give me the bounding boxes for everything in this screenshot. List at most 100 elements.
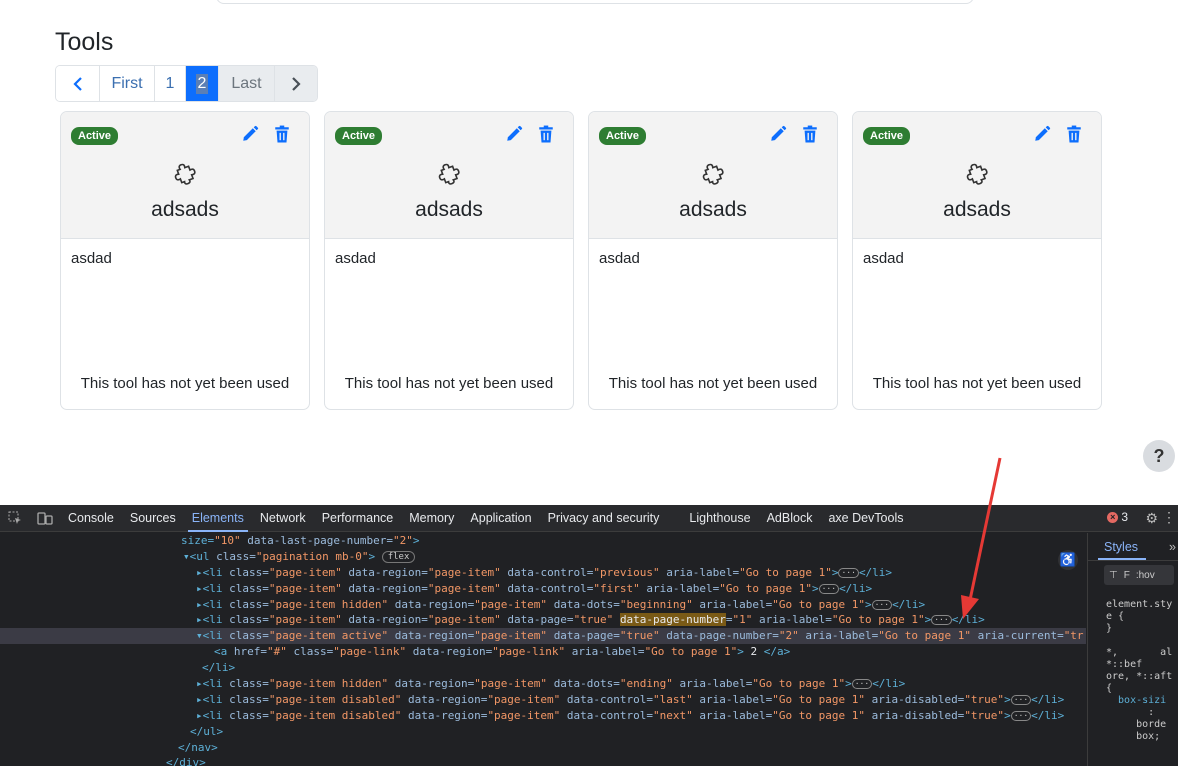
devtools-tab-elements[interactable]: Elements xyxy=(184,505,252,532)
devtools-tab-memory[interactable]: Memory xyxy=(401,505,462,532)
tool-card[interactable]: Active adsads asdad This tool has not ye… xyxy=(324,111,574,410)
tool-name: adsads xyxy=(943,198,1011,221)
error-icon: × xyxy=(1107,511,1119,523)
dom-line[interactable]: </nav> xyxy=(0,740,1086,756)
dom-line[interactable]: ▸<li class="page-item hidden" data-regio… xyxy=(0,597,1086,613)
devtools-tab-application[interactable]: Application xyxy=(462,505,539,532)
trash-icon[interactable] xyxy=(538,125,554,143)
tool-card-header: Active adsads xyxy=(853,112,1101,239)
error-counter[interactable]: × 3 xyxy=(1107,510,1128,524)
style-line: } xyxy=(1106,623,1113,634)
puzzle-icon xyxy=(966,163,988,185)
tool-usage-text: This tool has not yet been used xyxy=(608,375,818,392)
styles-filter-text: F xyxy=(1123,569,1130,581)
style-line: ore, *::aft xyxy=(1106,671,1173,682)
pagination-page-1[interactable]: 1 xyxy=(155,66,186,101)
tool-name: adsads xyxy=(151,198,219,221)
tool-card[interactable]: Active adsads asdad This tool has not ye… xyxy=(588,111,838,410)
puzzle-icon xyxy=(702,163,724,185)
devtools-tab-axe[interactable]: axe DevTools xyxy=(820,505,911,532)
pagination-next[interactable] xyxy=(275,66,317,101)
pagination-page-2-label: 2 xyxy=(195,73,209,94)
dom-line[interactable]: </div> xyxy=(0,755,1086,766)
styles-tab-label: Styles xyxy=(1104,539,1139,554)
style-line: { xyxy=(1106,683,1113,694)
status-badge: Active xyxy=(71,127,119,145)
styles-filter-input[interactable]: ⊤ F :hov xyxy=(1104,565,1174,585)
devtools-tab-network[interactable]: Network xyxy=(252,505,314,532)
device-toolbar-icon[interactable] xyxy=(30,511,60,525)
devtools-panel: Console Sources Elements Network Perform… xyxy=(0,505,1178,766)
tool-card-list: Active adsads asdad This tool has not ye… xyxy=(60,111,1102,410)
pagination-last[interactable]: Last xyxy=(219,66,275,101)
tool-description: asdad xyxy=(71,250,112,267)
edit-icon[interactable] xyxy=(1033,125,1051,143)
hov-toggle[interactable]: :hov xyxy=(1136,570,1155,581)
tool-description: asdad xyxy=(863,250,904,267)
tool-name: adsads xyxy=(415,198,483,221)
tool-card[interactable]: Active adsads asdad This tool has not ye… xyxy=(60,111,310,410)
chevron-right-icon xyxy=(292,76,301,91)
devtools-tab-performance[interactable]: Performance xyxy=(314,505,402,532)
devtools-tab-sources[interactable]: Sources xyxy=(122,505,184,532)
dom-line[interactable]: ▸<li class="page-item disabled" data-reg… xyxy=(0,692,1086,708)
edit-icon[interactable] xyxy=(505,125,523,143)
status-badge: Active xyxy=(335,127,383,145)
style-line: box; xyxy=(1106,731,1161,742)
styles-tab[interactable]: Styles » xyxy=(1088,533,1178,561)
styles-pane: Styles » ⊤ F :hov element.sty e { } *, a… xyxy=(1087,533,1178,766)
tool-usage-text: This tool has not yet been used xyxy=(80,375,290,392)
pagination-previous[interactable] xyxy=(56,66,100,101)
devtools-tab-adblock[interactable]: AdBlock xyxy=(759,505,821,532)
help-button[interactable]: ? xyxy=(1143,440,1175,472)
dom-line[interactable]: </ul> xyxy=(0,724,1086,740)
style-line: *, al xyxy=(1106,647,1173,658)
tool-name: adsads xyxy=(679,198,747,221)
error-count: 3 xyxy=(1121,510,1128,524)
status-badge: Active xyxy=(863,127,911,145)
pagination: First 1 2 Last xyxy=(55,65,318,102)
tool-card-header: Active adsads xyxy=(589,112,837,239)
tool-usage-text: This tool has not yet been used xyxy=(872,375,1082,392)
style-line xyxy=(1106,635,1178,647)
devtools-tab-privacy[interactable]: Privacy and security xyxy=(540,505,668,532)
page-title: Tools xyxy=(55,28,114,56)
edit-icon[interactable] xyxy=(241,125,259,143)
chevron-left-icon xyxy=(72,76,82,91)
pagination-first[interactable]: First xyxy=(100,66,155,101)
trash-icon[interactable] xyxy=(274,125,290,143)
puzzle-icon xyxy=(174,163,196,185)
tool-card[interactable]: Active adsads asdad This tool has not ye… xyxy=(852,111,1102,410)
dom-line[interactable]: ▸<li class="page-item disabled" data-reg… xyxy=(0,708,1086,724)
more-tabs-chevron-icon[interactable]: » xyxy=(1169,540,1176,554)
devtools-tab-console[interactable]: Console xyxy=(60,505,122,532)
devtools-tab-lighthouse[interactable]: Lighthouse xyxy=(681,505,758,532)
dom-line[interactable]: <a href="#" class="page-link" data-regio… xyxy=(0,644,1086,660)
tool-description: asdad xyxy=(599,250,640,267)
dom-line[interactable]: </li> xyxy=(0,660,1086,676)
flex-badge[interactable]: flex xyxy=(381,550,416,563)
tool-card-header: Active adsads xyxy=(325,112,573,239)
dom-line[interactable]: ▸<li class="page-item" data-region="page… xyxy=(0,581,1086,597)
dom-line[interactable]: ▸<li class="page-item" data-region="page… xyxy=(0,565,1086,581)
dom-line[interactable]: ▸<li class="page-item hidden" data-regio… xyxy=(0,676,1086,692)
dom-line[interactable]: size="10" data-last-page-number="2"> xyxy=(0,533,1086,549)
dom-line-selected[interactable]: ▾<li class="page-item active" data-regio… xyxy=(0,628,1086,645)
edit-icon[interactable] xyxy=(769,125,787,143)
dom-line[interactable]: ▸<li class="page-item" data-region="page… xyxy=(0,612,1086,628)
trash-icon[interactable] xyxy=(802,125,818,143)
status-badge: Active xyxy=(599,127,647,145)
puzzle-icon xyxy=(438,163,460,185)
pagination-page-2-current[interactable]: 2 xyxy=(186,66,219,101)
trash-icon[interactable] xyxy=(1066,125,1082,143)
dom-line[interactable]: ▾<ul class="pagination mb-0"> flex xyxy=(0,549,1086,565)
devtools-tab-bar: Console Sources Elements Network Perform… xyxy=(0,505,1178,532)
more-options-icon[interactable]: ⋮ xyxy=(1162,509,1176,526)
filter-icon: ⊤ xyxy=(1109,569,1118,581)
style-line: *::bef xyxy=(1106,659,1143,670)
tool-usage-text: This tool has not yet been used xyxy=(344,375,554,392)
search-highlight: data-page-number xyxy=(619,613,726,627)
settings-gear-icon[interactable]: ⚙ xyxy=(1145,510,1158,527)
inspect-element-icon[interactable] xyxy=(0,511,30,525)
accessibility-icon[interactable]: ♿ xyxy=(1058,550,1078,570)
